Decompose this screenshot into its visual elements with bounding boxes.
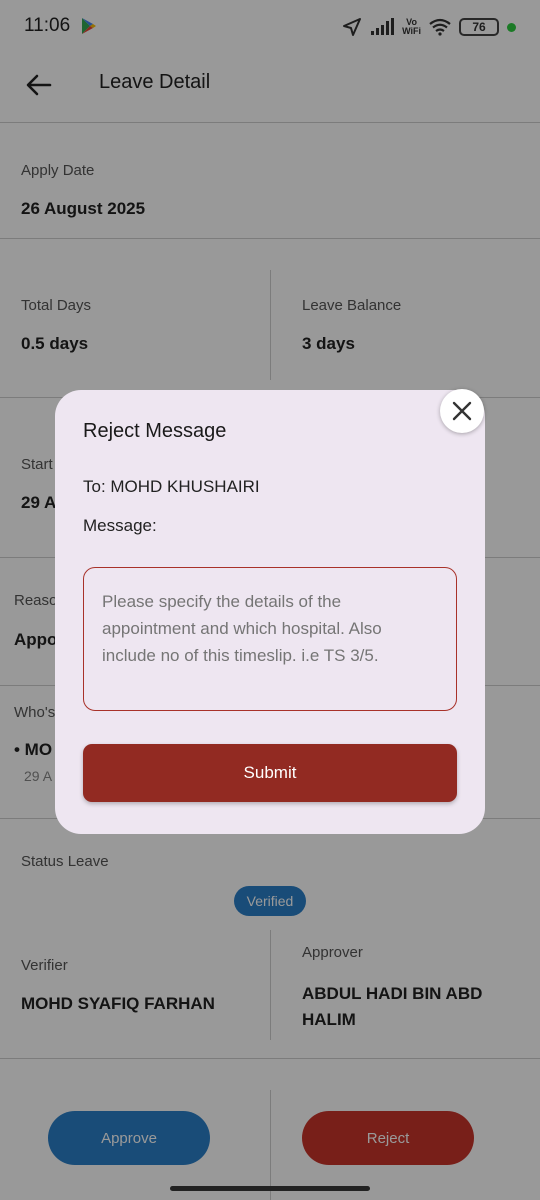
dialog-recipient: To: MOHD KHUSHAIRI	[83, 477, 260, 496]
reject-message-dialog: Reject Message To: MOHD KHUSHAIRI Messag…	[55, 390, 485, 834]
message-label: Message:	[83, 516, 157, 535]
message-input[interactable]	[83, 567, 457, 711]
dialog-title: Reject Message	[83, 420, 227, 442]
close-icon	[452, 401, 472, 421]
home-indicator[interactable]	[170, 1186, 370, 1191]
close-dialog-button[interactable]	[440, 389, 484, 433]
submit-button[interactable]: Submit	[83, 744, 457, 802]
